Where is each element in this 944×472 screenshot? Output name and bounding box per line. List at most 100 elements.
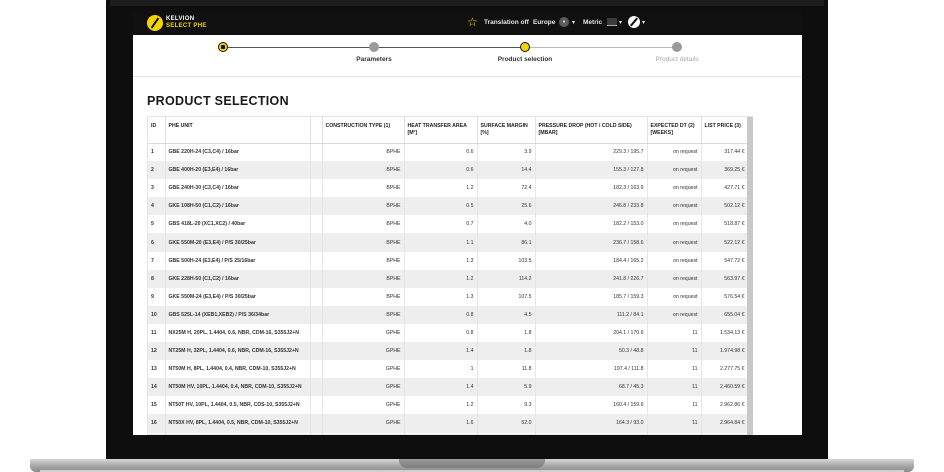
cell-margin: 114.2 <box>477 269 536 288</box>
cell-price: 2.962.86 € <box>701 396 749 415</box>
region-badge-icon[interactable]: ● <box>559 17 569 27</box>
table-row[interactable]: 17NT50T H, 21PL, 1.4404, 0.5, NBR, CDS-1… <box>148 432 749 434</box>
cell-area: 1.3 <box>404 287 478 306</box>
cell-pressure: 155.3 / 127.8 <box>535 161 648 180</box>
cell-construction: BPHE <box>322 305 405 324</box>
laptop-notch <box>399 459 545 468</box>
cell-price: 547.72 € <box>701 251 749 270</box>
col-header-price[interactable]: LIST PRICE (3) <box>701 117 749 144</box>
table-row[interactable]: 15 NT50T HV, 10PL, 1.4404, 0.5, NBR, CDS-… <box>148 396 749 415</box>
cell-spacer <box>310 287 323 306</box>
col-header-area[interactable]: HEAT TRANSFER AREA [M²] <box>404 117 478 144</box>
chevron-down-icon[interactable]: ▾ <box>572 19 575 26</box>
cell-spacer <box>310 323 323 343</box>
step-parameters-dot-icon[interactable] <box>218 42 228 52</box>
cell-delivery: on request <box>647 269 702 288</box>
table-row[interactable]: 4 GKE 108H-50 (C1,C2) / 16bar BPHE 0.5 25.6 2… <box>148 197 749 216</box>
cell-pressure: 236.7 / 158.6 <box>535 233 648 252</box>
cell-id: 9 <box>148 287 166 306</box>
col-header-id[interactable]: ID <box>148 117 166 144</box>
cell-construction: GPHE <box>322 342 405 361</box>
cell-construction: BPHE <box>322 161 405 180</box>
scrollbar-thumb[interactable] <box>747 117 753 435</box>
cell-construction: BPHE <box>322 269 405 288</box>
cell-margin: 25.6 <box>477 197 536 216</box>
cell-pressure: 182.3 / 163.9 <box>535 179 648 198</box>
cell-id: 15 <box>148 396 166 415</box>
cell-area: 0.8 <box>404 305 478 324</box>
favorites-star-icon[interactable]: ☆ <box>467 16 478 28</box>
cell-unit: GKE 550M-24 (E3,E4) / P/S 30/25bar <box>165 287 311 306</box>
col-header-construction[interactable]: CONSTRUCTION TYPE (1) <box>322 117 405 144</box>
table-scrollbar[interactable] <box>747 117 753 435</box>
table-row[interactable]: 10 GBS 525L-14 (XEB1,XEB2) / P/S 36/34bar… <box>148 305 749 324</box>
cell-price: 655.04 € <box>701 305 749 324</box>
cell-construction: GPHE <box>322 414 405 433</box>
screen: KELVION SELECT PHE ☆ Translation off Eur… <box>133 11 802 435</box>
units-selector[interactable]: Metric <box>583 19 602 26</box>
table-row[interactable]: 14 NT50M HV, 10PL, 1.4404, 0.4, NBR, CDM-… <box>148 378 749 397</box>
cell-construction: BPHE <box>322 179 405 198</box>
cell-pressure: 160.4 / 159.6 <box>535 396 648 415</box>
table-row[interactable]: 3 GBE 240H-30 (C3,C4) / 16bar BPHE 1.2 72.4 1… <box>148 179 749 198</box>
cell-margin: 9.3 <box>477 396 536 415</box>
step-product-selection-dot-icon[interactable] <box>520 42 530 52</box>
cell-unit: NT50T HV, 10PL, 1.4404, 0.5, NBR, CDS-10… <box>165 396 311 415</box>
cell-area: 1.2 <box>404 269 478 288</box>
table-row[interactable]: 7 GBE 500H-24 (E3,E4) / P/S 25/16bar BPHE 1… <box>148 251 749 270</box>
chevron-down-icon[interactable]: ▾ <box>619 19 622 26</box>
cell-id: 7 <box>148 251 166 270</box>
cell-construction: GPHE <box>322 360 405 379</box>
cell-margin: 3.9 <box>477 143 536 162</box>
table-row[interactable]: 11 NX25M H, 20PL, 1.4404, 0.6, NBR, CDM-1… <box>148 323 749 343</box>
cell-spacer <box>310 305 323 324</box>
translation-toggle[interactable]: Translation off <box>484 19 529 26</box>
cell-unit: GBE 220H-24 (C3,C4) / 16bar <box>165 143 311 162</box>
user-avatar-icon[interactable] <box>628 16 640 28</box>
cell-spacer <box>310 269 323 288</box>
table-row[interactable]: 5 GBS 418L-20 (XC1,XC2) / 40bar BPHE 0.7 4.0… <box>148 215 749 234</box>
cell-pressure: 241.8 / 226.7 <box>535 269 648 288</box>
cell-margin: 52.0 <box>477 414 536 433</box>
cell-construction: GPHE <box>322 323 405 343</box>
col-header-pressure[interactable]: PRESSURE DROP (HOT / COLD SIDE) [MBAR] <box>535 117 648 144</box>
cell-construction: BPHE <box>322 251 405 270</box>
cell-id: 6 <box>148 233 166 252</box>
cell-pressure: 68.7 / 68.4 <box>535 432 648 434</box>
step-parameters-label[interactable]: Parameters <box>356 56 391 63</box>
brand-product: SELECT PHE <box>166 23 207 29</box>
cell-delivery: on request <box>647 233 702 252</box>
top-bar: KELVION SELECT PHE ☆ Translation off Eur… <box>133 11 802 35</box>
cell-unit: NT50T H, 21PL, 1.4404, 0.5, NBR, CDS-10,… <box>165 432 311 434</box>
cell-construction: GPHE <box>322 378 405 397</box>
chevron-down-icon[interactable]: ▾ <box>642 19 645 26</box>
table-row[interactable]: 1 GBE 220H-24 (C3,C4) / 16bar BPHE 0.6 3.9 22… <box>148 143 749 162</box>
col-header-margin[interactable]: SURFACE MARGIN [%] <box>477 117 536 144</box>
col-header-delivery[interactable]: EXPECTED DT (2) [WEEKS] <box>647 117 702 144</box>
table-row[interactable]: 16 NT50X HV, 8PL, 1.4404, 0.5, NBR, CDM-1… <box>148 414 749 433</box>
cell-price: 317.44 € <box>701 143 749 162</box>
cell-id: 4 <box>148 197 166 216</box>
cell-spacer <box>310 378 323 397</box>
cell-spacer <box>310 432 323 434</box>
kelvion-logo-icon[interactable] <box>147 15 163 31</box>
cell-spacer <box>310 179 323 198</box>
table-row[interactable]: 12 NT25M H, 32PL, 1.4404, 0.6, NBR, CDM-1… <box>148 342 749 361</box>
table-row[interactable]: 9 GKE 550M-24 (E3,E4) / P/S 30/25bar BPHE 1… <box>148 287 749 306</box>
cell-unit: GBS 525L-14 (XEB1,XEB2) / P/S 36/34bar <box>165 305 311 324</box>
table-row[interactable]: 2 GBE 400H-20 (E3,E4) / 16bar BPHE 0.6 14.4 1… <box>148 161 749 180</box>
table-row[interactable]: 6 GKE 550M-20 (E3,E4) / P/S 30/25bar BPHE 1… <box>148 233 749 252</box>
step-product-details-dot-icon <box>672 42 682 52</box>
language-flag-icon[interactable] <box>607 18 617 26</box>
brand-logo[interactable]: KELVION SELECT PHE <box>166 16 207 30</box>
table-row[interactable]: 8 GKE 228H-50 (C1,C2) / 16bar BPHE 1.2 114.2… <box>148 269 749 288</box>
cell-pressure: 185.7 / 159.3 <box>535 287 648 306</box>
region-selector[interactable]: Europe <box>533 19 555 26</box>
cell-spacer <box>310 143 323 162</box>
step-dot-icon <box>369 42 379 52</box>
step-product-selection-label[interactable]: Product selection <box>498 56 553 63</box>
table-row[interactable]: 13 NT50M H, 8PL, 1.4404, 0.4, NBR, CDM-10… <box>148 360 749 379</box>
cell-id: 10 <box>148 305 166 324</box>
cell-id: 11 <box>148 323 166 343</box>
col-header-unit[interactable]: PHE UNIT <box>165 117 311 144</box>
